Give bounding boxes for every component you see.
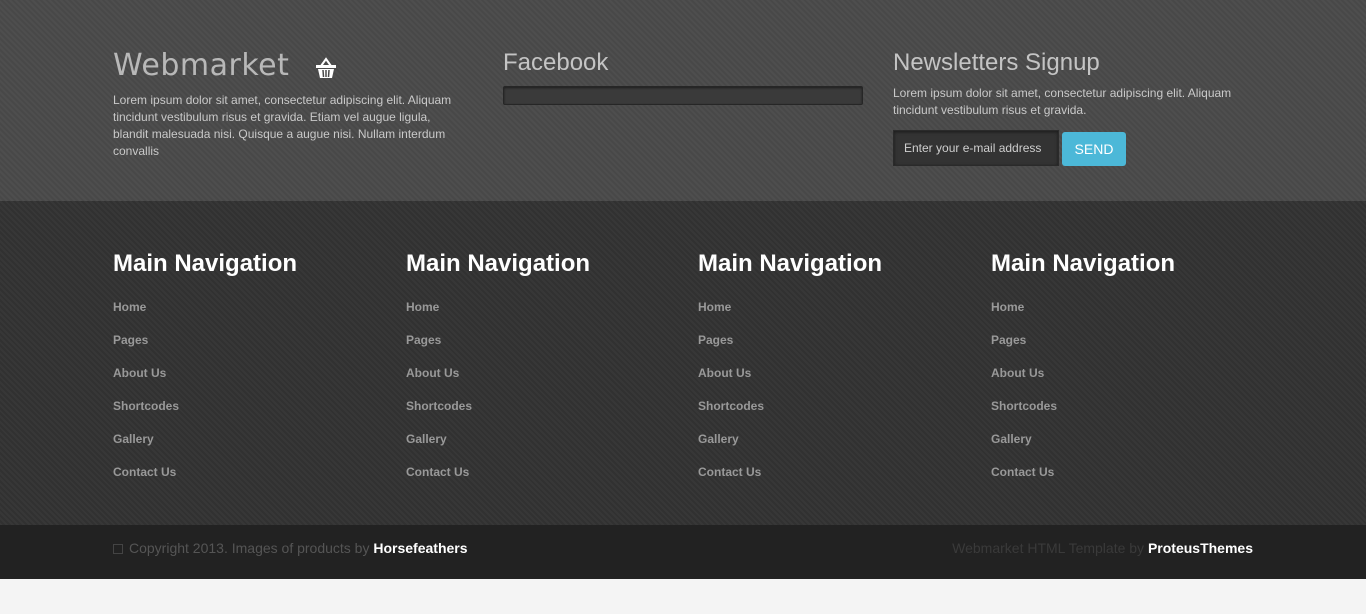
facebook-title: Facebook <box>503 49 609 76</box>
footer-top-section: Webmarket Lorem ipsum dolor sit amet, co… <box>0 0 1366 201</box>
about-text: Lorem ipsum dolor sit amet, consectetur … <box>113 93 452 158</box>
nav-link-pages[interactable]: Pages <box>406 331 666 364</box>
nav-column-title: Main Navigation <box>406 250 591 277</box>
template-credit: Webmarket HTML Template by ProteusThemes <box>952 539 1253 557</box>
nav-link-pages[interactable]: Pages <box>698 331 958 364</box>
newsletter-text: Lorem ipsum dolor sit amet, consectetur … <box>893 86 1232 117</box>
copyright-text: Copyright 2013. Images of products by Ho… <box>113 539 468 557</box>
nav-column-title: Main Navigation <box>698 250 883 277</box>
nav-column-title: Main Navigation <box>991 250 1176 277</box>
basket-icon <box>313 55 339 81</box>
nav-link-home[interactable]: Home <box>406 298 666 331</box>
send-button[interactable]: SEND <box>1062 132 1126 166</box>
nav-column-1: Main Navigation Home Pages About Us Shor… <box>113 249 373 496</box>
nav-column-4: Main Navigation Home Pages About Us Shor… <box>991 249 1251 496</box>
nav-link-about-us[interactable]: About Us <box>698 364 958 397</box>
brand: Webmarket <box>113 48 339 83</box>
nav-link-gallery[interactable]: Gallery <box>991 430 1251 463</box>
copyright-label: Copyright 2013. Images of products by <box>129 540 370 556</box>
nav-link-pages[interactable]: Pages <box>113 331 373 364</box>
nav-link-pages[interactable]: Pages <box>991 331 1251 364</box>
nav-column-3: Main Navigation Home Pages About Us Shor… <box>698 249 958 496</box>
credit-label: Webmarket HTML Template by <box>952 540 1145 556</box>
horsefeathers-link[interactable]: Horsefeathers <box>373 540 467 556</box>
nav-column-2: Main Navigation Home Pages About Us Shor… <box>406 249 666 496</box>
nav-column-title: Main Navigation <box>113 250 298 277</box>
nav-link-about-us[interactable]: About Us <box>991 364 1251 397</box>
nav-list: Home Pages About Us Shortcodes Gallery C… <box>406 298 666 496</box>
nav-link-shortcodes[interactable]: Shortcodes <box>991 397 1251 430</box>
brand-name: Webmarket <box>113 48 290 83</box>
nav-link-about-us[interactable]: About Us <box>113 364 373 397</box>
copyright-square-icon <box>113 544 123 555</box>
nav-link-gallery[interactable]: Gallery <box>698 430 958 463</box>
nav-link-contact-us[interactable]: Contact Us <box>698 463 958 496</box>
newsletter-title: Newsletters Signup <box>893 49 1100 76</box>
nav-link-home[interactable]: Home <box>698 298 958 331</box>
email-input[interactable]: Enter your e-mail address <box>893 130 1059 166</box>
nav-link-gallery[interactable]: Gallery <box>406 430 666 463</box>
nav-list: Home Pages About Us Shortcodes Gallery C… <box>698 298 958 496</box>
proteusthemes-link[interactable]: ProteusThemes <box>1148 540 1253 556</box>
nav-link-shortcodes[interactable]: Shortcodes <box>698 397 958 430</box>
nav-link-shortcodes[interactable]: Shortcodes <box>113 397 373 430</box>
nav-list: Home Pages About Us Shortcodes Gallery C… <box>991 298 1251 496</box>
nav-link-shortcodes[interactable]: Shortcodes <box>406 397 666 430</box>
nav-link-contact-us[interactable]: Contact Us <box>113 463 373 496</box>
facebook-widget[interactable] <box>503 86 863 105</box>
nav-list: Home Pages About Us Shortcodes Gallery C… <box>113 298 373 496</box>
nav-link-about-us[interactable]: About Us <box>406 364 666 397</box>
nav-link-contact-us[interactable]: Contact Us <box>406 463 666 496</box>
nav-link-contact-us[interactable]: Contact Us <box>991 463 1251 496</box>
nav-link-home[interactable]: Home <box>991 298 1251 331</box>
nav-link-home[interactable]: Home <box>113 298 373 331</box>
nav-link-gallery[interactable]: Gallery <box>113 430 373 463</box>
